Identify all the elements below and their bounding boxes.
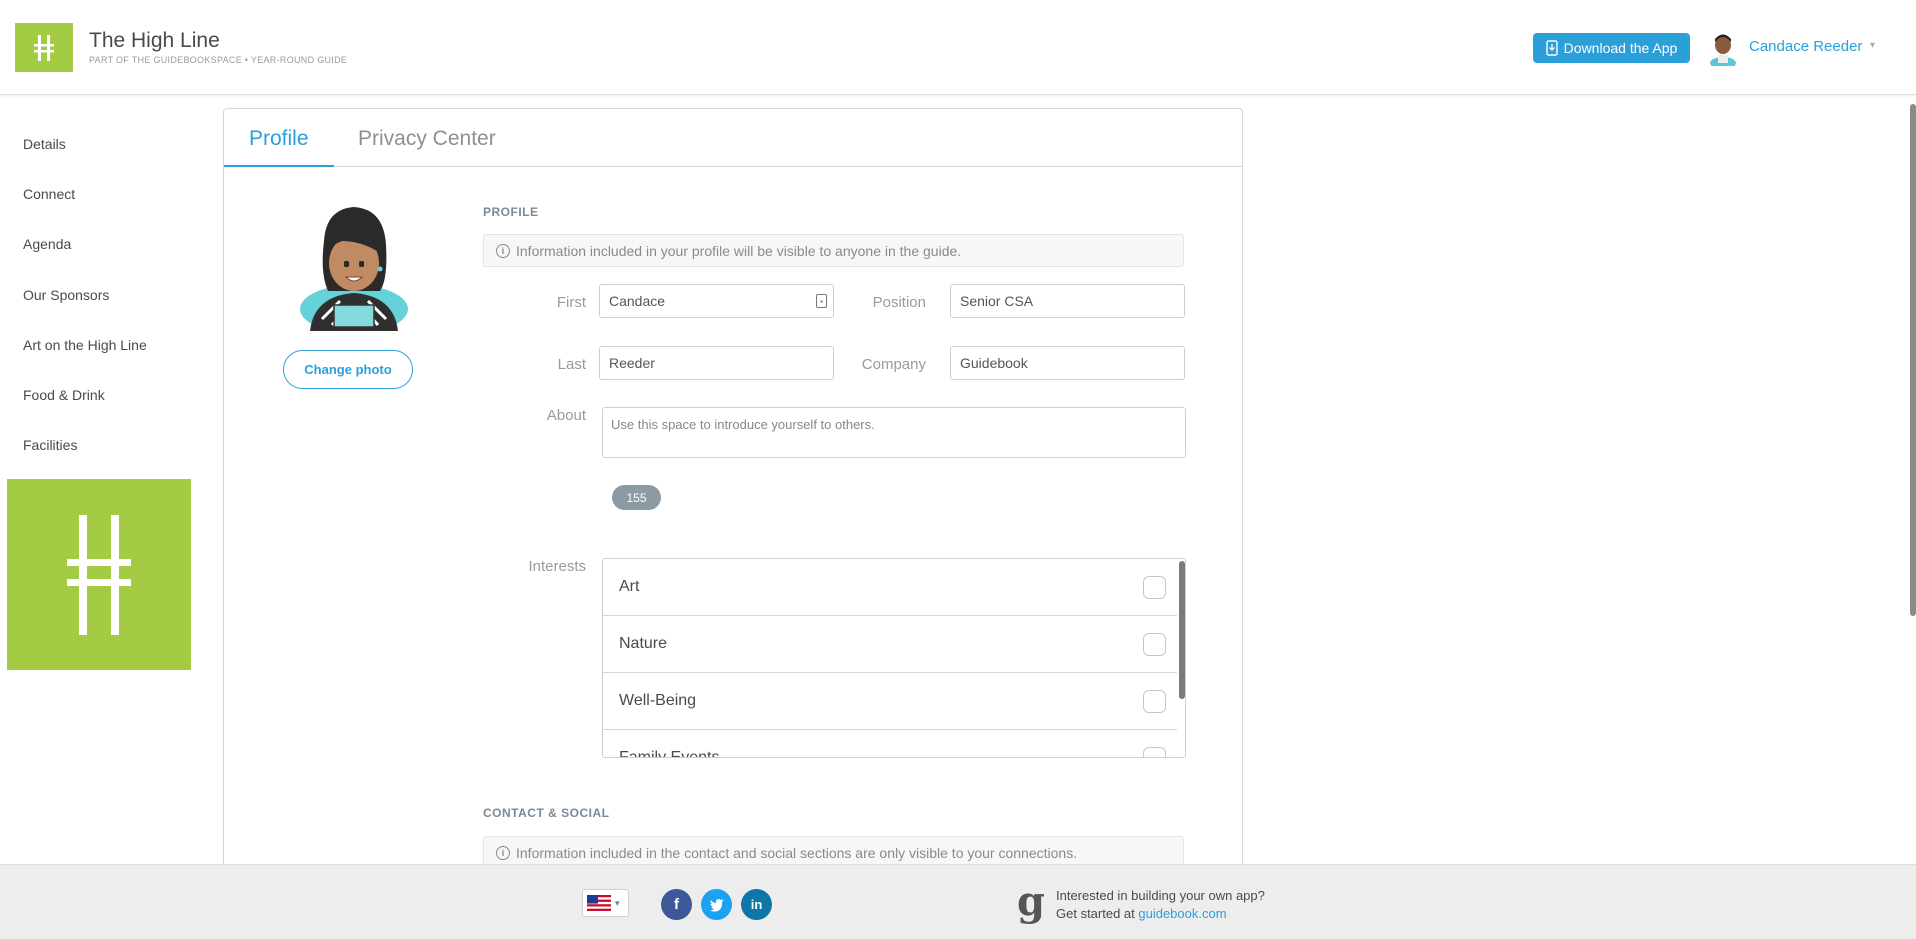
us-flag-icon (587, 895, 611, 911)
first-name-input[interactable]: Candace ▪ (599, 284, 834, 318)
last-name-input[interactable]: Reeder (599, 346, 834, 380)
phone-download-icon (1545, 40, 1558, 56)
interest-label: Art (619, 578, 640, 595)
sidebar-item-art-on-the-high-line[interactable]: Art on the High Line (23, 337, 147, 353)
interest-item-well-being[interactable]: Well-Being (603, 673, 1177, 730)
interest-checkbox[interactable] (1143, 690, 1166, 713)
twitter-icon[interactable] (701, 889, 732, 920)
interest-checkbox[interactable] (1143, 633, 1166, 656)
interest-item-family-events[interactable]: Family Events (603, 730, 1177, 758)
facebook-icon[interactable]: f (661, 889, 692, 920)
interest-label: Family Events (619, 749, 720, 758)
interest-label: Nature (619, 635, 668, 652)
guidebook-link[interactable]: guidebook.com (1138, 906, 1226, 921)
first-name-label: First (556, 294, 586, 311)
interest-label: Well-Being (619, 692, 697, 709)
tab-profile[interactable]: Profile (249, 127, 309, 151)
info-icon: i (496, 845, 510, 860)
footer-cta-line: Get started at guidebook.com (1056, 906, 1227, 921)
high-line-logo-icon (67, 514, 131, 635)
interest-item-art[interactable]: Art (603, 559, 1177, 616)
interests-scrollbar[interactable] (1179, 561, 1185, 699)
interest-checkbox[interactable] (1143, 576, 1166, 599)
profile-info-text: Information included in your profile wil… (516, 242, 962, 259)
position-input[interactable]: Senior CSA (950, 284, 1185, 318)
position-value: Senior CSA (960, 293, 1034, 309)
position-label: Position (872, 294, 926, 311)
download-app-button[interactable]: Download the App (1533, 33, 1690, 63)
sidebar-item-details[interactable]: Details (23, 136, 66, 152)
footer-cta-prefix: Get started at (1056, 906, 1139, 921)
high-line-logo-icon (34, 34, 54, 61)
language-select[interactable]: ▾ (582, 889, 629, 917)
tab-bar: Profile Privacy Center (224, 109, 1242, 167)
sidebar-item-food-and-drink[interactable]: Food & Drink (23, 387, 105, 403)
profile-avatar (292, 201, 416, 333)
user-menu-name[interactable]: Candace Reeder (1749, 38, 1862, 55)
interests-list[interactable]: Art Nature Well-Being Family Events (602, 558, 1186, 758)
last-name-value: Reeder (609, 355, 655, 371)
company-value: Guidebook (960, 355, 1028, 371)
interest-item-nature[interactable]: Nature (603, 616, 1177, 673)
sidebar-item-connect[interactable]: Connect (23, 186, 75, 202)
user-avatar[interactable] (1708, 30, 1738, 69)
app-title: The High Line (89, 29, 220, 52)
interests-label: Interests (528, 558, 586, 575)
app-logo[interactable] (15, 23, 73, 72)
linkedin-icon[interactable]: in (741, 889, 772, 920)
interest-checkbox[interactable] (1143, 747, 1166, 757)
download-app-label: Download the App (1563, 40, 1678, 56)
active-tab-indicator (224, 165, 334, 167)
about-textarea[interactable]: Use this space to introduce yourself to … (602, 407, 1186, 458)
page-scrollbar[interactable] (1910, 104, 1916, 616)
character-count-badge: 155 (612, 485, 661, 510)
footer: ▾ f in g Interested in building your own… (0, 864, 1916, 939)
guide-logo-banner (7, 479, 191, 670)
top-header: The High Line PART OF THE GUIDEBOOKSPACE… (0, 0, 1916, 95)
contact-section-title: CONTACT & SOCIAL (483, 806, 610, 820)
sidebar-item-agenda[interactable]: Agenda (23, 236, 71, 252)
info-icon: i (496, 243, 510, 258)
company-label: Company (861, 356, 926, 373)
about-placeholder: Use this space to introduce yourself to … (611, 417, 875, 432)
company-input[interactable]: Guidebook (950, 346, 1185, 380)
change-photo-button[interactable]: Change photo (283, 350, 413, 389)
first-name-value: Candace (609, 293, 666, 309)
app-subtitle: PART OF THE GUIDEBOOKSPACE • YEAR-ROUND … (89, 55, 348, 65)
sidebar-item-our-sponsors[interactable]: Our Sponsors (23, 287, 109, 303)
profile-info-notice: i Information included in your profile w… (483, 234, 1184, 267)
footer-promo-line: Interested in building your own app? (1056, 888, 1265, 903)
about-label: About (546, 407, 586, 424)
last-name-label: Last (557, 356, 586, 373)
profile-card: Profile Privacy Center Change photo PROF… (223, 108, 1243, 908)
tab-privacy-center[interactable]: Privacy Center (358, 127, 496, 151)
contact-info-text: Information included in the contact and … (516, 844, 1078, 861)
chevron-down-icon[interactable]: ▾ (1870, 40, 1875, 51)
contact-card-icon[interactable]: ▪ (816, 294, 827, 308)
profile-section-title: PROFILE (483, 205, 539, 219)
sidebar-item-facilities[interactable]: Facilities (23, 437, 77, 453)
guidebook-logo-icon: g (1017, 878, 1045, 925)
chevron-down-icon: ▾ (615, 897, 620, 908)
